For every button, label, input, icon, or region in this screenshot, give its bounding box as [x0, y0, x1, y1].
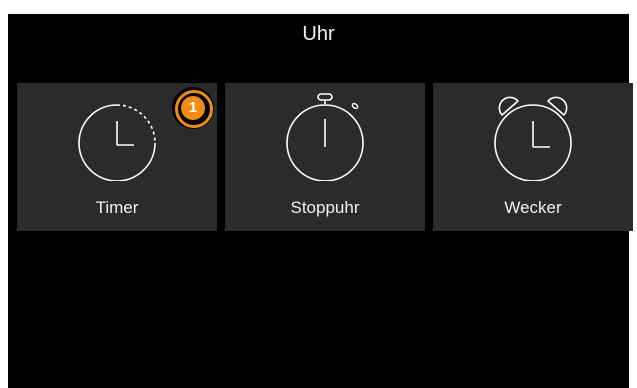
alarm-label: Wecker [504, 198, 562, 217]
notification-badge: 1 [172, 87, 214, 129]
timer-tile[interactable]: 1 Timer [17, 83, 217, 231]
clock-screen: Uhr 1 Timer Stoppuhr Wecker [8, 14, 633, 388]
page-title: Uhr [302, 23, 335, 45]
stopwatch-tile[interactable]: Stoppuhr [225, 83, 425, 231]
alarm-clock-icon [494, 96, 572, 181]
stopwatch-label: Stoppuhr [290, 198, 360, 217]
timer-icon [78, 104, 156, 181]
timer-label: Timer [95, 198, 139, 217]
badge-count: 1 [181, 96, 205, 120]
alarm-tile[interactable]: Wecker [433, 83, 633, 231]
stopwatch-icon [286, 93, 364, 181]
